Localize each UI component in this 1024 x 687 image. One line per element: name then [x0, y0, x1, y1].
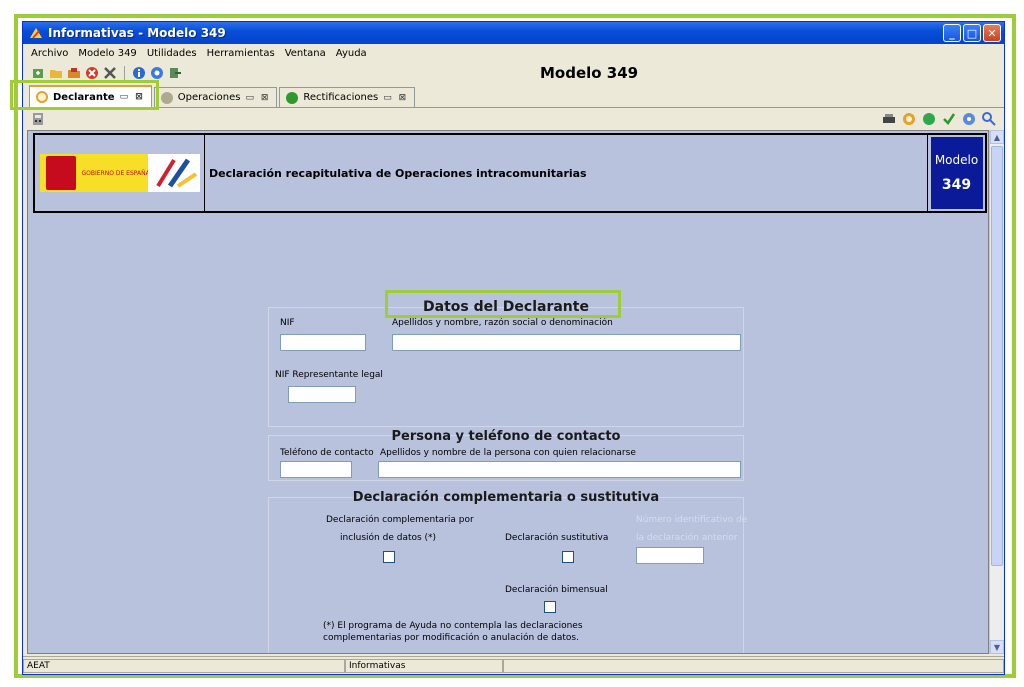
sustitutiva-checkbox[interactable] [562, 551, 574, 563]
window-title: Informativas - Modelo 349 [48, 26, 226, 40]
logo-cell: GOBIERNO DE ESPAÑA [35, 135, 205, 211]
delete-icon[interactable] [85, 66, 99, 80]
help-icon[interactable] [150, 66, 164, 80]
minimize-button[interactable]: _ [943, 24, 961, 42]
crest-icon [45, 156, 76, 190]
tab-operaciones[interactable]: Operaciones ▭ ⊠ [153, 87, 278, 107]
status-right [503, 658, 1004, 673]
badge-line-1: Modelo [934, 153, 979, 167]
calc-icon[interactable] [902, 112, 916, 126]
modelo-badge: Modelo 349 [927, 135, 985, 211]
numero-anterior-label-2: la declaración anterior [636, 533, 738, 543]
complementaria-checkbox[interactable] [383, 551, 395, 563]
aeat-logo-icon [147, 154, 200, 192]
tools-icon[interactable] [103, 66, 117, 80]
complementaria-label-2: inclusión de datos (*) [340, 533, 437, 543]
form-title: Declaración recapitulativa de Operacione… [209, 166, 587, 180]
close-button[interactable]: ✕ [983, 24, 1001, 42]
tab-controls[interactable]: ▭ ⊠ [383, 93, 408, 103]
persona-input[interactable] [378, 461, 741, 478]
status-middle: Informativas [345, 658, 503, 673]
form-header: GOBIERNO DE ESPAÑA Declaración recapitul… [33, 133, 987, 213]
sustitutiva-label: Declaración sustitutiva [505, 533, 609, 543]
scroll-up-icon[interactable]: ▲ [990, 130, 1004, 144]
nombre-input[interactable] [392, 334, 741, 351]
app-logo-icon [30, 28, 42, 39]
menu-archivo[interactable]: Archivo [31, 48, 68, 59]
save-icon[interactable] [67, 66, 81, 80]
complementaria-title: Declaración complementaria o sustitutiva [352, 490, 660, 505]
nombre-label: Apellidos y nombre, razón social o denom… [392, 318, 613, 328]
menu-modelo-349[interactable]: Modelo 349 [78, 48, 136, 59]
calculator-icon[interactable] [31, 112, 45, 126]
persona-label: Apellidos y nombre de la persona con qui… [380, 448, 636, 458]
scroll-thumb[interactable] [991, 146, 1003, 566]
numero-anterior-input[interactable] [636, 547, 704, 564]
nif-input[interactable] [280, 334, 366, 351]
vertical-scrollbar[interactable]: ▲ ▼ [989, 130, 1004, 654]
maximize-button[interactable]: □ [963, 24, 981, 42]
form-area: GOBIERNO DE ESPAÑA Declaración recapitul… [27, 130, 989, 654]
bimensual-checkbox[interactable] [544, 601, 556, 613]
rectificaciones-tab-icon [286, 91, 299, 104]
telefono-input[interactable] [280, 461, 352, 478]
gobierno-text: GOBIERNO DE ESPAÑA [81, 169, 150, 177]
toolbar-separator [124, 66, 125, 80]
status-left: AEAT [23, 658, 345, 673]
menu-ayuda[interactable]: Ayuda [336, 48, 367, 59]
open-icon[interactable] [49, 66, 63, 80]
toolbar [23, 62, 1004, 84]
tab-label: Operaciones [177, 92, 241, 103]
title-bar: Informativas - Modelo 349 _ □ ✕ [23, 22, 1004, 44]
search-help-icon[interactable] [982, 112, 996, 126]
tab-controls[interactable]: ▭ ⊠ [245, 93, 270, 103]
nif-label: NIF [280, 318, 295, 328]
ayuda-note-2: complementarias por modificación o anula… [323, 633, 579, 643]
print-icon[interactable] [882, 112, 896, 126]
ayuda-note-1: (*) El programa de Ayuda no contempla la… [323, 621, 583, 631]
numero-anterior-label-1: Número identificativo de [636, 515, 748, 525]
complementaria-label-1: Declaración complementaria por [326, 515, 474, 525]
sub-toolbar [23, 109, 1004, 129]
exit-icon[interactable] [168, 66, 182, 80]
check-icon[interactable] [942, 112, 956, 126]
scroll-down-icon[interactable]: ▼ [990, 640, 1004, 654]
tab-label: Rectificaciones [303, 92, 379, 103]
tab-highlight-box [10, 80, 159, 110]
modelo-title: Modelo 349 [540, 64, 639, 82]
badge-line-2: 349 [941, 177, 972, 193]
title-highlight-box [385, 290, 621, 318]
contacto-title: Persona y teléfono de contacto [391, 429, 621, 444]
bimensual-label: Declaración bimensual [505, 585, 608, 595]
validate-icon[interactable] [922, 112, 936, 126]
tab-bar: Declarante ▭ ⊠ Operaciones ▭ ⊠ Rectifica… [23, 85, 1004, 108]
new-icon[interactable] [31, 66, 45, 80]
info-icon[interactable] [132, 66, 146, 80]
menu-herramientas[interactable]: Herramientas [207, 48, 275, 59]
menu-bar: Archivo Modelo 349 Utilidades Herramient… [23, 44, 1004, 62]
menu-utilidades[interactable]: Utilidades [147, 48, 197, 59]
help-circle-icon[interactable] [962, 112, 976, 126]
menu-ventana[interactable]: Ventana [285, 48, 326, 59]
tab-rectificaciones[interactable]: Rectificaciones ▭ ⊠ [279, 87, 416, 107]
gobierno-logo: GOBIERNO DE ESPAÑA [39, 154, 200, 192]
nif-representante-label: NIF Representante legal [275, 370, 383, 380]
app-window: Informativas - Modelo 349 _ □ ✕ Archivo … [22, 21, 1005, 675]
operaciones-tab-icon [160, 91, 173, 104]
nif-representante-input[interactable] [288, 386, 356, 403]
status-bar: AEAT Informativas [23, 656, 1004, 674]
telefono-label: Teléfono de contacto [280, 448, 374, 458]
